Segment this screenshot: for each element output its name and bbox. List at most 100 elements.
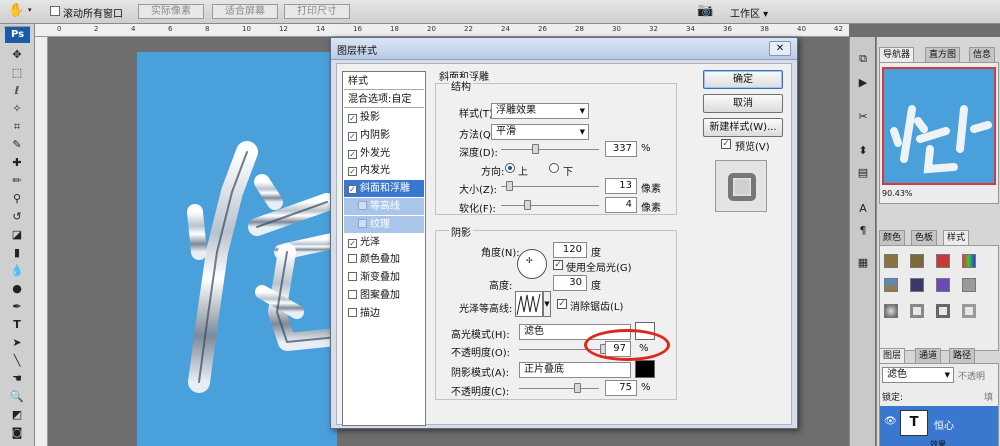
tab-layers[interactable]: 图层 — [879, 348, 906, 363]
shape-tool-icon[interactable]: ╲ — [8, 353, 26, 368]
depth-slider-track[interactable] — [501, 149, 599, 150]
style-item-checkbox[interactable] — [358, 218, 367, 228]
eyedropper-tool-icon[interactable]: ✎ — [8, 137, 26, 152]
lasso-tool-icon[interactable]: ℓ — [8, 83, 26, 98]
path-selection-icon[interactable]: ➤ — [8, 335, 26, 350]
size-input[interactable]: 13 — [605, 178, 637, 194]
style-item-4[interactable]: ✓ 内发光 — [344, 162, 424, 179]
tool-preset-arrow-icon[interactable]: ▾ — [28, 6, 32, 14]
preview-checkbox[interactable]: ✓ — [721, 139, 731, 149]
style-item-checkbox[interactable]: ✓ — [348, 114, 357, 123]
style-item-7[interactable]: 纹理 — [344, 215, 424, 233]
visibility-eye-icon[interactable]: 👁 — [884, 416, 897, 427]
foreground-color-icon[interactable]: ◩ — [8, 407, 26, 422]
actions-panel-icon[interactable]: ▶ — [855, 75, 871, 91]
style-item-9[interactable]: 颜色叠加 — [344, 251, 424, 268]
ok-button[interactable]: 确定 — [703, 70, 783, 89]
style-item-checkbox[interactable] — [348, 254, 357, 264]
tab-color[interactable]: 颜色 — [879, 230, 906, 245]
fit-screen-button[interactable]: 适合屏幕 — [212, 4, 278, 19]
direction-up-radio[interactable] — [505, 163, 515, 173]
tab-histogram[interactable]: 直方图 — [925, 47, 961, 62]
style-item-checkbox[interactable]: ✓ — [348, 185, 357, 195]
style-item-checkbox[interactable] — [348, 272, 357, 282]
style-list-header[interactable]: 样式 — [344, 73, 424, 90]
marquee-tool-icon[interactable]: ⬚ — [8, 65, 26, 80]
global-light-checkbox[interactable]: ✓ — [553, 260, 563, 270]
soften-slider-track[interactable] — [501, 205, 599, 206]
paragraph-panel-icon[interactable]: ¶ — [855, 223, 871, 239]
style-item-checkbox[interactable]: ✓ — [348, 149, 357, 159]
new-style-button[interactable]: 新建样式(W)... — [703, 118, 783, 137]
shadow-opacity-slider-track[interactable] — [519, 388, 599, 389]
style-item-checkbox[interactable]: ✓ — [348, 167, 357, 177]
gradient-tool-icon[interactable]: ▮ — [8, 245, 26, 260]
print-size-button[interactable]: 打印尺寸 — [284, 4, 350, 19]
soften-input[interactable]: 4 — [605, 197, 637, 213]
size-slider-track[interactable] — [501, 186, 599, 187]
altitude-input[interactable]: 30 — [553, 275, 587, 291]
dodge-tool-icon[interactable]: ● — [8, 281, 26, 296]
tab-channels[interactable]: 通道 — [915, 348, 942, 363]
layer-row[interactable]: 👁 T 恒心 效果 — [880, 406, 998, 446]
style-item-checkbox[interactable]: ✓ — [348, 238, 357, 248]
document-canvas[interactable]: 恒心 — [137, 52, 337, 446]
workspace-menu[interactable]: 工作区 ▾ — [730, 5, 768, 20]
type-tool-icon[interactable]: T — [8, 317, 26, 332]
clone-stamp-icon[interactable]: ⚲ — [8, 191, 26, 206]
gloss-contour-picker[interactable] — [515, 291, 543, 317]
history-panel-icon[interactable]: ⧉ — [855, 51, 871, 67]
dialog-titlebar[interactable]: 图层样式 ✕ — [331, 38, 797, 60]
style-item-11[interactable]: 图案叠加 — [344, 287, 424, 304]
navigator-preview[interactable] — [882, 67, 996, 185]
tab-styles[interactable]: 样式 — [943, 230, 970, 245]
quick-mask-icon[interactable]: ◙ — [8, 425, 26, 440]
brush-tool-icon[interactable]: ✏ — [8, 173, 26, 188]
actual-pixels-button[interactable]: 实际像素 — [138, 4, 204, 19]
angle-dial[interactable]: ✢ — [517, 249, 547, 279]
size-slider-thumb[interactable] — [505, 181, 513, 191]
style-item-1[interactable]: ✓ 投影 — [344, 109, 424, 126]
move-tool-icon[interactable]: ✥ — [8, 47, 26, 62]
cancel-button[interactable]: 取消 — [703, 94, 783, 113]
layer-comps-icon[interactable]: ▦ — [855, 255, 871, 271]
clone-source-icon[interactable]: ▤ — [855, 165, 871, 181]
style-item-2[interactable]: ✓ 内阴影 — [344, 127, 424, 144]
shadow-mode-dropdown[interactable]: 正片叠底 — [519, 362, 631, 378]
style-item-checkbox[interactable]: ✓ — [348, 131, 357, 141]
style-item-checkbox[interactable] — [358, 201, 367, 210]
character-panel-icon[interactable]: A — [855, 201, 871, 217]
antialias-checkbox[interactable]: ✓ — [557, 299, 567, 309]
camera-icon[interactable]: 📷 — [697, 3, 713, 18]
blend-options-item[interactable]: 混合选项:自定 — [344, 91, 424, 108]
style-item-checkbox[interactable] — [348, 307, 357, 317]
style-item-5[interactable]: ✓ 斜面和浮雕 — [344, 180, 424, 198]
contour-dropdown-arrow-icon[interactable]: ▼ — [543, 291, 551, 317]
bevel-style-dropdown[interactable]: 浮雕效果 ▼ — [491, 103, 589, 119]
style-item-12[interactable]: 描边 — [344, 305, 424, 322]
hand-tool-icon-toolbox[interactable]: ☚ — [8, 371, 26, 386]
layer-blend-mode-dropdown[interactable]: 滤色 ▼ — [882, 367, 954, 383]
close-icon[interactable]: ✕ — [769, 41, 791, 56]
tab-paths[interactable]: 路径 — [949, 348, 976, 363]
blur-tool-icon[interactable]: 💧 — [8, 263, 26, 278]
depth-input[interactable]: 337 — [605, 141, 637, 157]
pen-tool-icon[interactable]: ✒ — [8, 299, 26, 314]
method-dropdown[interactable]: 平滑 ▼ — [491, 124, 589, 140]
history-brush-icon[interactable]: ↺ — [8, 209, 26, 224]
healing-brush-icon[interactable]: ✚ — [8, 155, 26, 170]
tab-info[interactable]: 信息 — [969, 47, 996, 62]
scroll-all-checkbox[interactable] — [50, 6, 60, 16]
style-item-6[interactable]: 等高线 — [344, 198, 424, 215]
shadow-color-swatch[interactable] — [635, 360, 655, 378]
tab-swatches[interactable]: 色板 — [911, 230, 938, 245]
angle-input[interactable]: 120 — [553, 242, 587, 258]
style-item-10[interactable]: 渐变叠加 — [344, 269, 424, 286]
tools-presets-icon[interactable]: ✂ — [855, 109, 871, 125]
crop-tool-icon[interactable]: ⌗ — [8, 119, 26, 134]
hand-tool-icon[interactable]: ✋ — [8, 3, 24, 18]
depth-slider-thumb[interactable] — [531, 144, 539, 154]
direction-down-radio[interactable] — [549, 163, 559, 173]
shadow-opacity-slider-thumb[interactable] — [573, 383, 581, 393]
magic-wand-icon[interactable]: ✧ — [8, 101, 26, 116]
